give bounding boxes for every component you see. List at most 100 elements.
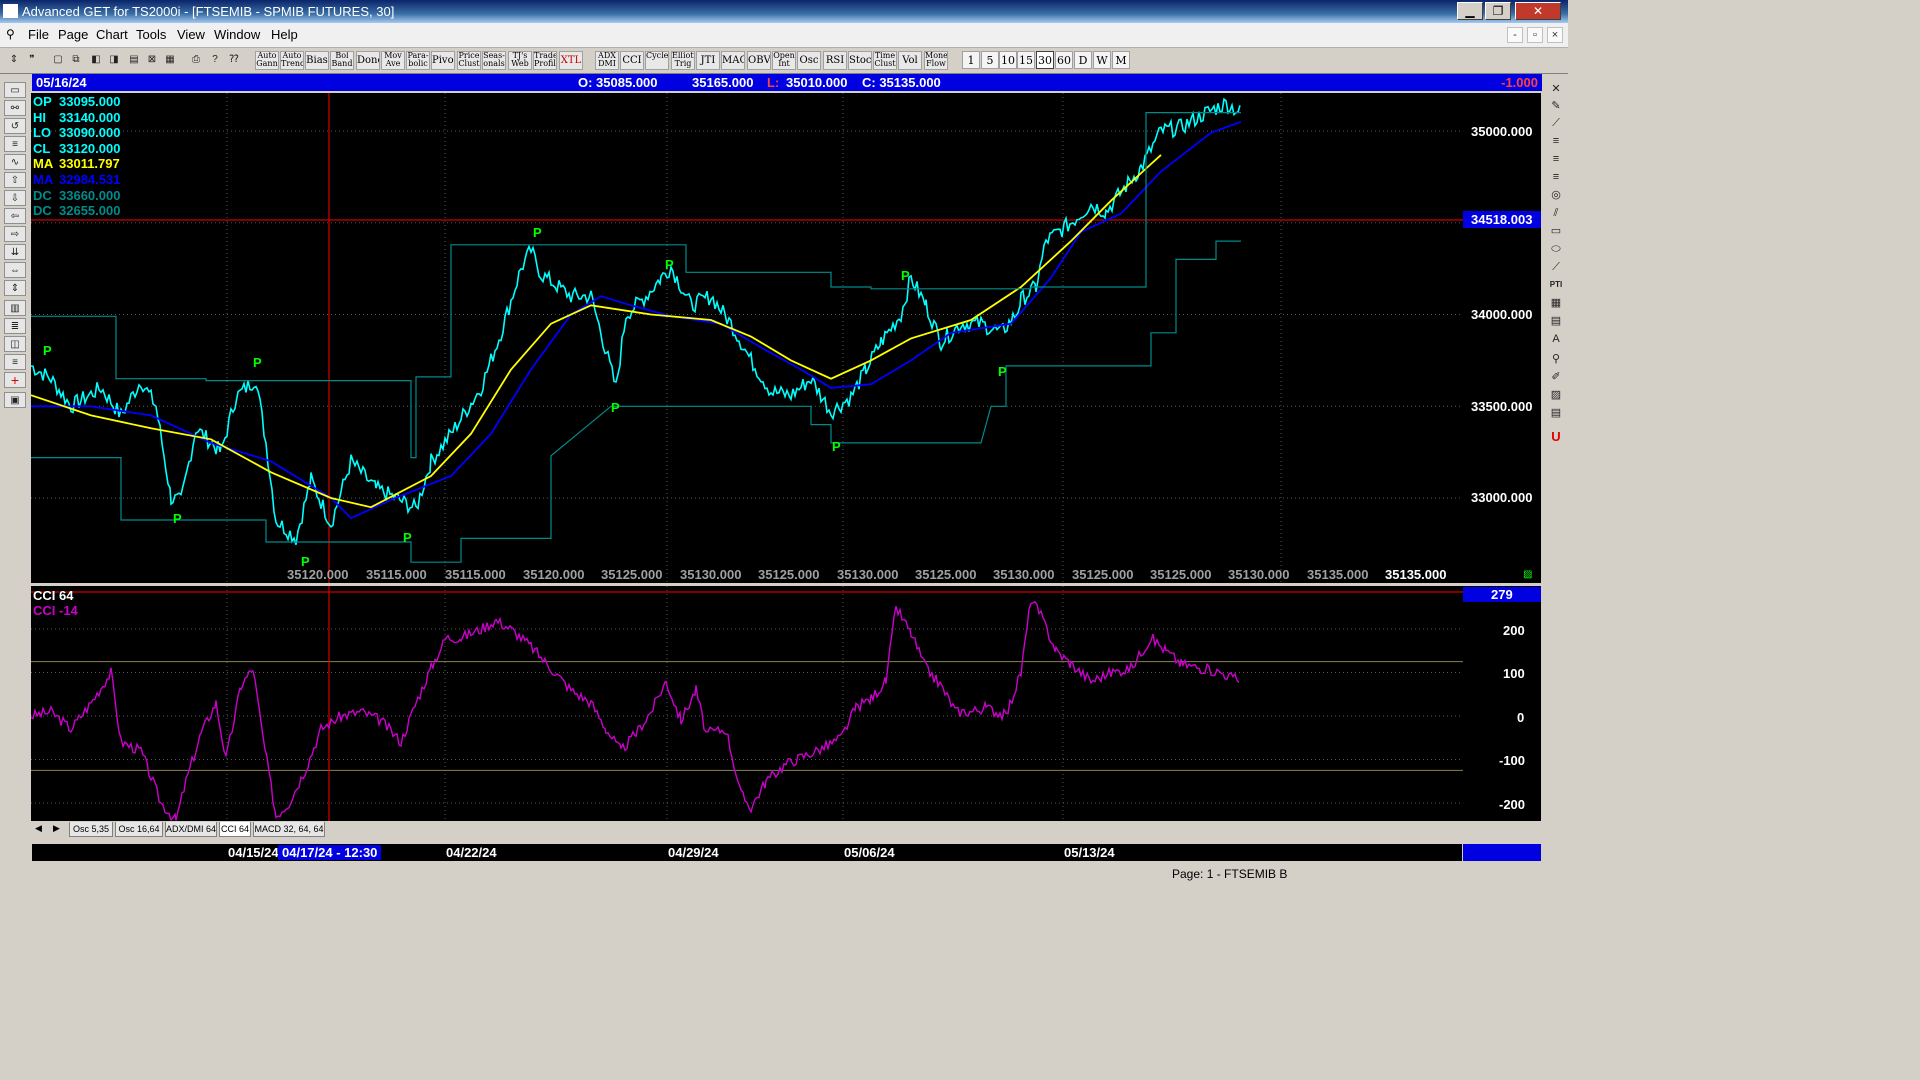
timeframe-button-m[interactable]: M	[1112, 51, 1130, 69]
study-button-trade-profile[interactable]: Trade Profile	[533, 51, 557, 70]
timeframe-button-1[interactable]: 1	[962, 51, 980, 69]
fib-box-icon[interactable]: ▤	[1547, 314, 1565, 329]
tile-icon[interactable]: ▤	[126, 51, 142, 69]
arrow-left-icon[interactable]: ⇦	[4, 208, 26, 224]
expand-icon[interactable]: ⇔	[4, 262, 26, 278]
study-button-auto-trend[interactable]: Auto Trend	[280, 51, 304, 70]
study-button-cycles[interactable]: Cycles	[645, 51, 669, 70]
gann-fan-icon[interactable]: ⟋	[1547, 260, 1565, 275]
new-page-icon[interactable]: ▢	[50, 51, 66, 69]
arrow-down-icon[interactable]: ⇩	[4, 190, 26, 206]
close-button[interactable]: ✕	[1515, 2, 1561, 20]
properties-icon[interactable]: ▣	[4, 392, 26, 408]
mdi-close-button[interactable]: ×	[1547, 27, 1563, 43]
study-button-adx-dmi[interactable]: ADX DMI	[595, 51, 619, 70]
tab-cci-64[interactable]: CCI 64	[219, 822, 251, 837]
menu-tools[interactable]: Tools	[136, 27, 166, 42]
tab-scroll-left-icon[interactable]: ◀	[35, 823, 42, 834]
delete-icon[interactable]: ⊠	[144, 51, 160, 69]
study-button-money-flow[interactable]: Money Flow	[924, 51, 948, 70]
fib-retracement-icon[interactable]: ≡	[1547, 134, 1565, 149]
study-button-jti[interactable]: JTI	[696, 51, 720, 70]
study-button-xtl[interactable]: XTL	[559, 51, 583, 70]
cci-chart[interactable]: CCI 64 CCI -14	[31, 586, 1463, 821]
cci-chart-canvas[interactable]	[31, 586, 1463, 821]
study-button-donch[interactable]: Donch	[356, 51, 380, 70]
grid-icon[interactable]: ▦	[1547, 296, 1565, 311]
tab-osc-16-64[interactable]: Osc 16,64	[115, 822, 163, 837]
arrow-up-icon[interactable]: ⇧	[4, 172, 26, 188]
zoom-icon[interactable]: ⚲	[1547, 352, 1565, 367]
ruler-icon[interactable]: ▥	[4, 300, 26, 316]
menu-view[interactable]: View	[177, 27, 205, 42]
mdi-minimize-button[interactable]: -	[1507, 27, 1523, 43]
reset-icon[interactable]: ↺	[4, 118, 26, 134]
forward-icon[interactable]: ◨	[106, 51, 122, 69]
back-icon[interactable]: ◧	[88, 51, 104, 69]
study-button-stoch[interactable]: Stoch	[848, 51, 872, 70]
scale-icon[interactable]: ⇕	[4, 280, 26, 296]
copy-icon[interactable]: ⧉	[68, 51, 84, 69]
cross-cursor-icon[interactable]: ✕	[1547, 82, 1565, 97]
study-button-osc[interactable]: Osc	[797, 51, 821, 70]
document-icon[interactable]: ⚲	[6, 27, 15, 41]
grid-icon[interactable]: ▦	[162, 51, 178, 69]
study-button-obv[interactable]: OBV	[747, 51, 771, 70]
circle-icon[interactable]: ◎	[1547, 188, 1565, 203]
maximize-button[interactable]: ❐	[1485, 2, 1511, 20]
print-icon[interactable]: ⎙	[188, 51, 204, 69]
study-button-open-int[interactable]: Open Int	[772, 51, 796, 70]
paint-icon[interactable]: ✐	[1547, 370, 1565, 385]
study-button-price-clust[interactable]: Price Clust	[457, 51, 481, 70]
fib-time-icon[interactable]: ≡	[1547, 170, 1565, 185]
timeframe-button-w[interactable]: W	[1093, 51, 1111, 69]
channel-icon[interactable]: ⫽	[1547, 206, 1565, 221]
price-chart[interactable]: PPPPPPPPPPP OP 33095.000 HI 33140.000 LO 3309…	[31, 93, 1463, 583]
open-folder-icon[interactable]: ▭	[4, 82, 26, 98]
price-chart-canvas[interactable]: PPPPPPPPPPP	[31, 93, 1463, 583]
study-button-bias[interactable]: Bias	[305, 51, 329, 70]
fib-extension-icon[interactable]: ≡	[1547, 152, 1565, 167]
study-button-rsi[interactable]: RSI	[823, 51, 847, 70]
study-button-time-clust[interactable]: Time Clust	[873, 51, 897, 70]
crosshair-icon[interactable]: +	[4, 372, 26, 388]
minimize-button[interactable]: ▁	[1457, 2, 1483, 20]
elliott-icon[interactable]: ∿	[4, 154, 26, 170]
lines-icon[interactable]: ≣	[4, 318, 26, 334]
tab-macd-32-64-64[interactable]: MACD 32, 64, 64	[253, 822, 325, 837]
study-button-pivot[interactable]: Pivot	[431, 51, 455, 70]
tab-osc-5-35[interactable]: Osc 5,35	[69, 822, 113, 837]
tab-adx-dmi-64[interactable]: ADX/DMI 64	[165, 822, 217, 837]
pti-icon[interactable]: PTI	[1547, 278, 1565, 293]
undo-icon[interactable]: U	[1547, 430, 1565, 445]
rectangle-icon[interactable]: ▭	[1547, 224, 1565, 239]
compress-icon[interactable]: ⇊	[4, 244, 26, 260]
study-button-elliott-trig[interactable]: Elliott Trig	[671, 51, 695, 70]
context-help-icon[interactable]: ⁇	[226, 51, 242, 69]
study-button-bol-band[interactable]: Bol Band	[330, 51, 354, 70]
menu-help[interactable]: Help	[271, 27, 298, 42]
help-icon[interactable]: ?	[207, 51, 223, 69]
timeframe-button-10[interactable]: 10	[999, 51, 1017, 69]
study-button-para-bolic[interactable]: Para-bolic	[406, 51, 430, 70]
study-button-vol[interactable]: Vol	[898, 51, 922, 70]
mdi-restore-button[interactable]: ▫	[1527, 27, 1543, 43]
fib-icon[interactable]: ≡	[4, 354, 26, 370]
study-icon[interactable]: ≡	[4, 136, 26, 152]
arrow-right-icon[interactable]: ⇨	[4, 226, 26, 242]
gann-icon[interactable]: ◫	[4, 336, 26, 352]
text-icon[interactable]: A	[1547, 332, 1565, 347]
timeframe-button-30[interactable]: 30	[1036, 51, 1054, 69]
select-icon[interactable]: ▨	[1547, 388, 1565, 403]
study-button-tj-s-web[interactable]: TJ's Web	[508, 51, 532, 70]
tab-scroll-right-icon[interactable]: ▶	[53, 823, 60, 834]
pointer-icon[interactable]: ⇕	[6, 51, 22, 69]
pencil-icon[interactable]: ✎	[1547, 99, 1565, 114]
trendline-icon[interactable]: ⟋	[1547, 116, 1565, 131]
study-button-cci[interactable]: CCI	[620, 51, 644, 70]
scale-icon[interactable]: ▨	[1523, 569, 1532, 580]
menu-page[interactable]: Page	[58, 27, 88, 42]
quote-icon[interactable]: ❞	[24, 51, 40, 69]
menu-file[interactable]: File	[28, 27, 49, 42]
menu-chart[interactable]: Chart	[96, 27, 128, 42]
